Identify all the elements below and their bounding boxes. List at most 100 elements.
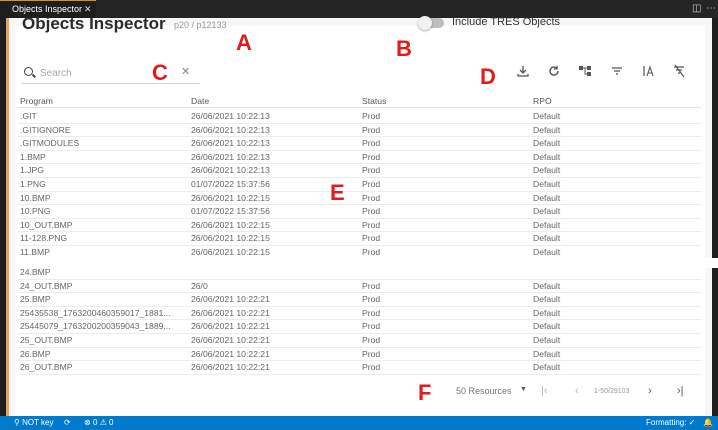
program-cell: 24.BMP	[20, 267, 51, 277]
notifications-icon[interactable]: 🔔	[703, 418, 713, 427]
status-cell: Prod	[362, 321, 381, 332]
status-cell: Prod	[362, 192, 381, 203]
col-program[interactable]: Program	[20, 96, 185, 106]
table-row[interactable]: 25445079_1763200200359043_1889... 26/06/2…	[18, 320, 701, 334]
table-row[interactable]: .GITMODULES 26/06/2021 10:22:13 Prod Defaul…	[18, 137, 701, 151]
table-row[interactable]: 26_OUT.BMP 26/06/2021 10:22:21 Prod Default	[18, 361, 701, 375]
table-row[interactable]: 1.JPG 26/06/2021 10:22:13 Prod Default	[18, 164, 701, 178]
rpo-cell: Default	[533, 321, 561, 332]
program-cell: 10.PNG	[20, 206, 51, 217]
status-cell: Prod	[362, 362, 381, 373]
col-date[interactable]: Date	[191, 96, 356, 106]
toggle-knob	[418, 16, 432, 30]
status-cell: Prod	[362, 138, 381, 149]
search-icon	[24, 67, 33, 76]
table-row[interactable]: 10.BMP 26/06/2021 10:22:15 Prod Default	[18, 192, 701, 206]
table-row[interactable]: .GIT 26/06/2021 10:22:13 Prod Default	[18, 110, 701, 124]
date-cell: 26/06/2021 10:22:13	[191, 111, 270, 121]
refresh-icon[interactable]	[546, 64, 562, 80]
rpo-cell: Default	[533, 294, 561, 305]
table-row[interactable]: 25.BMP 26/06/2021 10:22:21 Prod Default	[18, 293, 701, 307]
rpo-cell: Default	[533, 124, 561, 135]
annotation-d: D	[480, 64, 496, 89]
table-row[interactable]: .GITIGNORE 26/06/2021 10:22:13 Prod Default	[18, 124, 701, 138]
program-cell: 11.BMP	[20, 247, 50, 257]
rpo-cell: Default	[533, 151, 561, 162]
table-row[interactable]: 25_OUT.BMP 26/06/2021 10:22:21 Prod Default	[18, 334, 701, 348]
table-row[interactable]: 10.PNG 01/07/2022 15:37:56 Prod Default	[18, 205, 701, 219]
table-row[interactable]: 26.BMP 26/06/2021 10:22:21 Prod Default	[18, 348, 701, 362]
rpo-cell: Default	[533, 280, 561, 291]
last-page-icon[interactable]: ›|	[677, 385, 684, 397]
program-cell: 26.BMP	[20, 348, 51, 359]
date-cell: 26/06/2021 10:22:21	[191, 362, 270, 373]
status-cell: Prod	[362, 111, 381, 121]
program-cell: .GIT	[20, 111, 37, 121]
status-cell: Prod	[362, 294, 381, 305]
table-row[interactable]: 25435538_1763200460359017_1881... 26/06/2…	[18, 307, 701, 321]
page-range: 1-50/29103	[594, 388, 630, 395]
download-icon[interactable]	[515, 64, 531, 80]
rpo-cell: Default	[533, 307, 561, 318]
tab-label: Objects Inspector	[12, 4, 83, 14]
table-row[interactable]: 1.BMP 26/06/2021 10:22:13 Prod Default	[18, 151, 701, 165]
problems-indicator[interactable]: ⊗ 0 ⚠ 0	[84, 418, 113, 427]
table-row[interactable]: 1.PNG 01/07/2022 15:37:56 Prod Default	[18, 178, 701, 192]
program-cell: 24_OUT.BMP	[20, 280, 73, 291]
status-cell: Prod	[362, 179, 381, 189]
date-cell: 26/0	[191, 280, 208, 291]
status-cell: Prod	[362, 219, 381, 230]
status-cell: Prod	[362, 151, 381, 162]
chevron-down-icon[interactable]: ▼	[520, 386, 527, 393]
col-rpo[interactable]: RPO	[533, 96, 693, 106]
table-header: Program Date Status RPO	[18, 95, 701, 108]
status-cell: Prod	[362, 233, 381, 244]
rpo-cell: Default	[533, 247, 561, 257]
status-cell: Prod	[362, 280, 381, 291]
page-title: Objects Inspector	[22, 14, 166, 33]
rpo-cell: Default	[533, 362, 561, 373]
first-page-icon[interactable]: |‹	[541, 385, 548, 397]
program-cell: 25435538_1763200460359017_1881...	[20, 307, 171, 318]
status-bar: ⚲ NOT key ⟳ ⊗ 0 ⚠ 0 Formatting: ✓ 🔔	[0, 416, 718, 430]
filter-icon[interactable]	[609, 64, 625, 80]
date-cell: 26/06/2021 10:22:15	[191, 233, 270, 244]
rpo-cell: Default	[533, 233, 561, 244]
date-cell: 01/07/2022 15:37:56	[191, 206, 270, 217]
program-cell: 25_OUT.BMP	[20, 335, 73, 345]
more-actions-icon[interactable]: ⋯	[706, 3, 716, 14]
date-cell: 26/06/2021 10:22:21	[191, 294, 270, 305]
hierarchy-icon[interactable]	[577, 64, 593, 80]
annotation-c: C	[152, 60, 168, 85]
page-size-select[interactable]: 50 Resources	[456, 386, 512, 396]
rpo-cell: Default	[533, 348, 561, 359]
rpo-cell: Default	[533, 206, 561, 217]
table-row[interactable]: 24.BMP	[18, 266, 701, 280]
annotation-b: B	[396, 36, 412, 61]
include-tres-toggle[interactable]	[418, 16, 444, 30]
status-cell: Prod	[362, 124, 381, 135]
sort-alpha-icon[interactable]	[640, 64, 656, 80]
clear-icon[interactable]: ✕	[181, 65, 190, 78]
status-cell: Prod	[362, 165, 381, 176]
col-status[interactable]: Status	[362, 96, 527, 106]
rpo-cell: Default	[533, 335, 561, 345]
table-row[interactable]: 24_OUT.BMP 26/0 Prod Default	[18, 280, 701, 294]
table-row[interactable]: 11-128.PNG 26/06/2021 10:22:15 Prod Default	[18, 232, 701, 246]
table-row[interactable]: 10_OUT.BMP 26/06/2021 10:22:15 Prod Default	[18, 219, 701, 233]
program-cell: 1.BMP	[20, 151, 46, 162]
rpo-cell: Default	[533, 138, 561, 149]
status-cell: Prod	[362, 206, 381, 217]
date-cell: 26/06/2021 10:22:21	[191, 335, 270, 345]
key-status[interactable]: ⚲ NOT key	[14, 418, 54, 427]
program-cell: 1.JPG	[20, 165, 44, 176]
split-editor-icon[interactable]: ◫	[692, 3, 701, 14]
program-cell: 26_OUT.BMP	[20, 362, 73, 373]
rpo-cell: Default	[533, 219, 561, 230]
rpo-cell: Default	[533, 111, 561, 121]
next-page-icon[interactable]: ›	[648, 385, 652, 397]
prev-page-icon[interactable]: ‹	[575, 385, 579, 397]
sync-icon[interactable]: ⟳	[64, 418, 71, 427]
clear-filter-icon[interactable]	[671, 64, 687, 80]
formatting-status[interactable]: Formatting: ✓	[646, 418, 695, 427]
